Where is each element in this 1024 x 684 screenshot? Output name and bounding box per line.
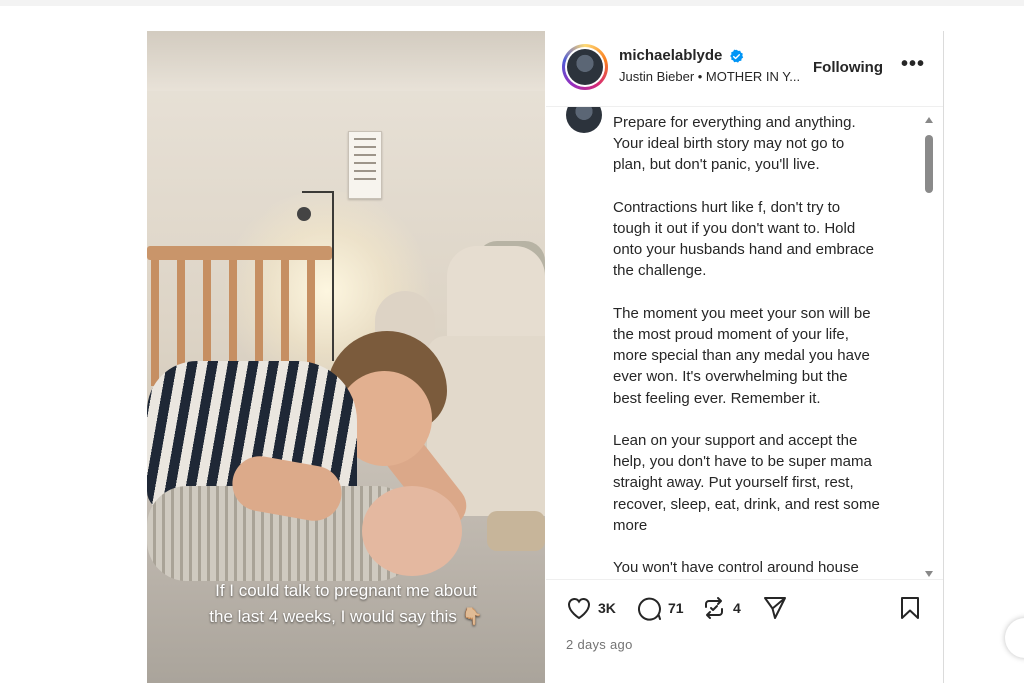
caption-paragraph: Lean on your support and accept the help… (613, 432, 880, 534)
caption-paragraph: Contractions hurt like f, don't try to t… (613, 198, 875, 280)
next-post-button[interactable] (1005, 618, 1024, 658)
scrollbar-thumb[interactable] (925, 135, 933, 193)
action-bar: 3K 71 4 2 days ago (546, 579, 943, 684)
repost-icon (705, 597, 723, 619)
post-video[interactable]: If I could talk to pregnant me about the… (147, 31, 545, 683)
scrollbar[interactable] (922, 117, 936, 577)
scroll-up-arrow-icon[interactable] (925, 117, 933, 123)
repost-button[interactable]: 4 (701, 594, 741, 622)
caption-paragraph: The moment you meet your son will be the… (613, 304, 871, 407)
caption-paragraph: Prepare for everything and anything. You… (613, 114, 856, 174)
paper-plane-icon (764, 597, 786, 619)
story-ring[interactable] (562, 44, 608, 90)
video-caption-line-2: the last 4 weeks, I would say this 👇🏼 (209, 607, 483, 626)
comment-button[interactable]: 71 (636, 594, 684, 622)
lamp-pole (332, 191, 334, 361)
audio-subline[interactable]: Justin Bieber • MOTHER IN Y... (619, 69, 800, 84)
scroll-down-arrow-icon[interactable] (925, 571, 933, 577)
avatar[interactable] (565, 47, 605, 87)
caption-scroll-area[interactable]: Prepare for everything and anything. You… (546, 107, 943, 577)
cloth (487, 511, 545, 551)
like-count: 3K (598, 600, 616, 616)
more-options-icon[interactable]: ••• (901, 53, 925, 76)
share-button[interactable] (762, 594, 788, 622)
verified-badge-icon (730, 49, 744, 63)
caption-paragraph: You won't have control around house (613, 559, 859, 577)
video-caption-line-1: If I could talk to pregnant me about (215, 581, 477, 600)
browser-top-band (0, 0, 1024, 6)
following-button[interactable]: Following (813, 59, 883, 76)
baby-head (362, 486, 462, 576)
username-link[interactable]: michaelablyde (619, 47, 722, 64)
ceiling-shade (147, 31, 545, 91)
caption-avatar[interactable] (566, 107, 602, 133)
repost-count: 4 (733, 600, 741, 616)
post-side-panel: michaelablyde Justin Bieber • MOTHER IN … (546, 31, 944, 683)
post-caption-text: Prepare for everything and anything. You… (613, 112, 913, 577)
bookmark-icon (901, 597, 919, 619)
post-header: michaelablyde Justin Bieber • MOTHER IN … (546, 31, 943, 107)
lamp-arm (302, 191, 334, 193)
wall-frame (348, 131, 382, 199)
lamp-head (297, 207, 311, 221)
heart-icon (567, 597, 591, 620)
save-button[interactable] (898, 594, 922, 622)
comment-count: 71 (668, 600, 684, 616)
comment-bubble-icon (638, 597, 661, 621)
like-button[interactable]: 3K (566, 594, 616, 622)
post-timestamp[interactable]: 2 days ago (566, 637, 633, 652)
